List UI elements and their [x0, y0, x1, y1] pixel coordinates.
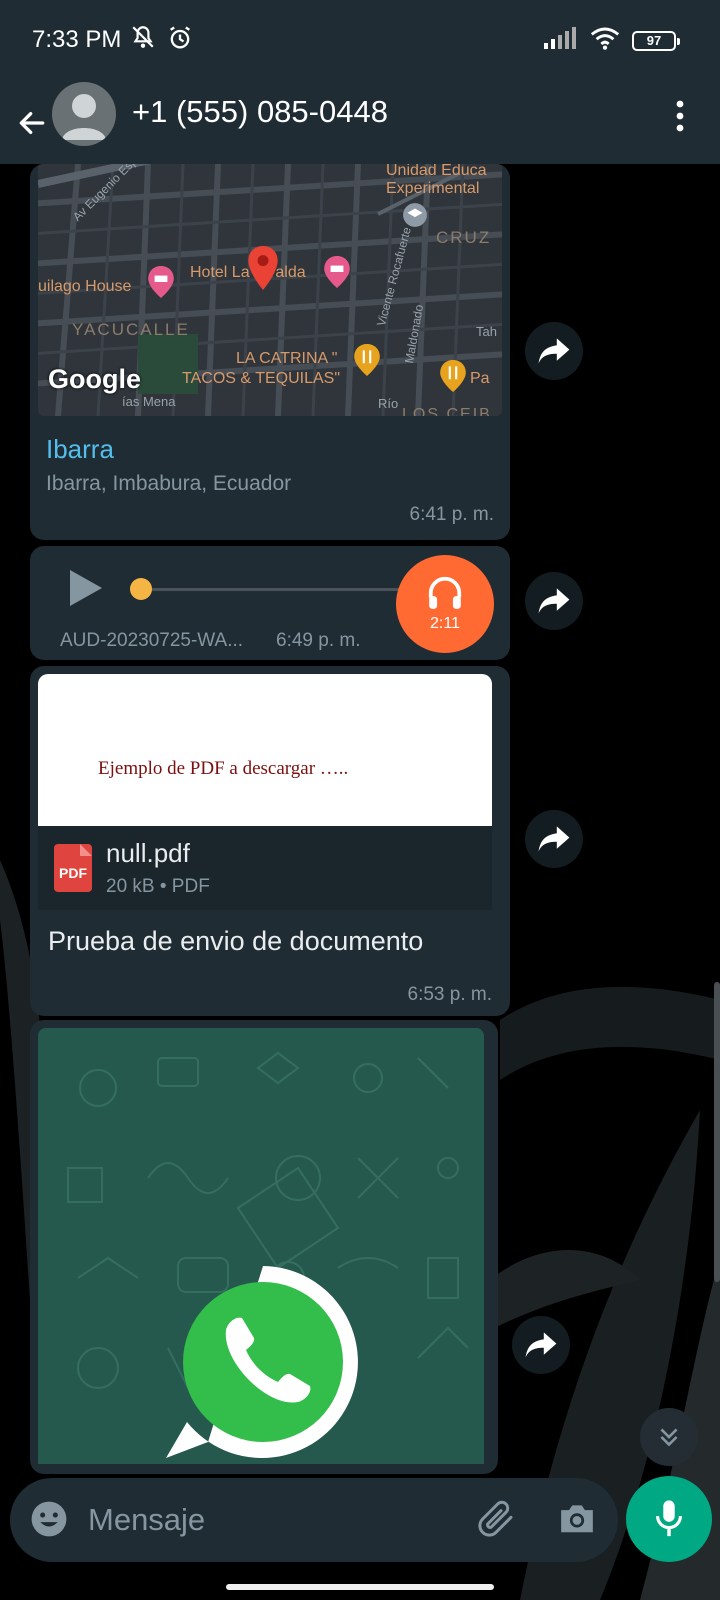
map-label: TACOS & TEQUILAS" — [182, 370, 341, 387]
forward-icon — [525, 1332, 557, 1358]
map-label: ías Mena — [122, 394, 176, 409]
forward-button[interactable] — [525, 322, 583, 380]
hotel-marker-icon — [324, 256, 350, 288]
home-indicator[interactable] — [226, 1584, 494, 1590]
microphone-icon — [656, 1500, 682, 1537]
map-label: LOS CEIB — [402, 406, 492, 416]
message-time: 6:53 p. m. — [407, 984, 493, 1005]
scrollbar-thumb[interactable] — [714, 982, 720, 1282]
emoji-button[interactable] — [30, 1500, 68, 1543]
message-input[interactable] — [88, 1496, 468, 1544]
mute-icon — [128, 24, 158, 57]
forward-icon — [538, 338, 570, 364]
map-label: uilago House — [38, 278, 132, 295]
forward-button[interactable] — [512, 1316, 570, 1374]
restaurant-marker-icon — [440, 360, 466, 392]
audio-filename: AUD-20230725-WA... — [60, 630, 244, 651]
headphones-icon — [428, 576, 462, 609]
audio-file-badge: 2:11 — [396, 555, 494, 653]
play-button[interactable] — [68, 568, 104, 613]
audio-duration: 2:11 — [430, 615, 460, 632]
image-preview[interactable] — [38, 1028, 484, 1464]
battery-icon: 97 — [632, 30, 680, 51]
voice-record-button[interactable] — [626, 1476, 712, 1562]
document-meta: 20 kB • PDF — [106, 876, 210, 897]
chat-header: +1 (555) 085-0448 — [0, 82, 720, 164]
double-chevron-down-icon — [660, 1428, 678, 1447]
school-marker-icon — [403, 203, 427, 227]
audio-seekbar[interactable] — [130, 588, 406, 591]
message-caption: Prueba de envio de documento — [48, 926, 424, 956]
document-message[interactable]: Ejemplo de PDF a descargar ….. PDF null.… — [30, 666, 510, 1016]
emoji-icon — [31, 1501, 67, 1537]
image-message[interactable] — [30, 1020, 498, 1474]
document-filename: null.pdf — [106, 838, 190, 868]
back-arrow-icon — [19, 112, 45, 134]
message-time: 6:41 p. m. — [409, 504, 495, 525]
google-logo: Google — [48, 364, 141, 394]
map-preview[interactable]: Unidad Educa Experimental CRUZ Av Eugeni… — [38, 164, 502, 416]
map-label: Experimental — [386, 180, 480, 197]
location-name[interactable]: Ibarra — [46, 434, 114, 465]
attach-button[interactable] — [476, 1498, 516, 1545]
contact-avatar[interactable] — [52, 82, 116, 146]
message-time: 6:49 p. m. — [276, 630, 361, 651]
map-label: Tah — [476, 324, 497, 339]
forward-button[interactable] — [525, 572, 583, 630]
alarm-icon — [166, 24, 194, 57]
hotel-marker-icon — [148, 266, 174, 298]
pdf-icon-label: PDF — [59, 865, 87, 881]
forward-icon — [538, 588, 570, 614]
map-label: LA CATRINA " — [236, 350, 338, 367]
map-label: YACUCALLE — [72, 320, 190, 339]
location-message[interactable]: Unidad Educa Experimental CRUZ Av Eugeni… — [30, 164, 510, 540]
map-label: CRUZ — [436, 228, 492, 247]
more-vert-icon — [676, 100, 684, 132]
camera-icon — [561, 1505, 593, 1533]
map-label: Río — [378, 396, 399, 411]
back-button[interactable] — [12, 98, 52, 148]
forward-button[interactable] — [525, 810, 583, 868]
play-icon — [70, 570, 102, 606]
map-label: Unidad Educa — [386, 164, 487, 179]
location-pin-icon — [248, 246, 278, 290]
paperclip-icon — [478, 1500, 513, 1537]
document-info[interactable]: PDF null.pdf 20 kB • PDF — [38, 826, 492, 910]
pdf-file-icon: PDF — [54, 844, 92, 892]
restaurant-marker-icon — [354, 344, 380, 376]
status-bar: 7:33 PM 97 — [0, 0, 720, 82]
location-address: Ibarra, Imbabura, Ecuador — [46, 472, 292, 495]
wifi-icon — [590, 26, 620, 55]
more-options-button[interactable] — [670, 98, 690, 134]
status-time: 7:33 PM — [32, 26, 122, 53]
contact-name[interactable]: +1 (555) 085-0448 — [132, 94, 388, 130]
scroll-to-bottom-button[interactable] — [640, 1408, 698, 1466]
pdf-preview[interactable]: Ejemplo de PDF a descargar ….. — [38, 674, 492, 826]
seekbar-handle[interactable] — [130, 578, 152, 600]
map-label: Pa — [470, 370, 490, 387]
signal-icon — [544, 27, 578, 54]
camera-button[interactable] — [558, 1500, 596, 1541]
pdf-preview-text: Ejemplo de PDF a descargar ….. — [98, 758, 349, 779]
avatar-icon — [62, 94, 106, 140]
message-composer — [10, 1478, 618, 1562]
forward-icon — [538, 826, 570, 852]
